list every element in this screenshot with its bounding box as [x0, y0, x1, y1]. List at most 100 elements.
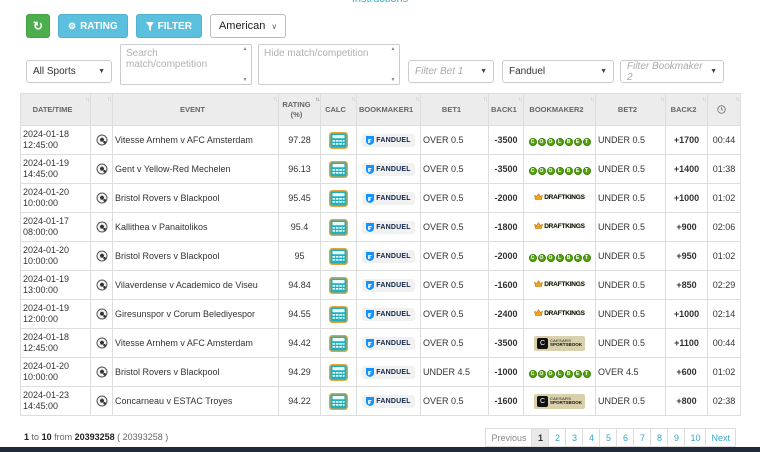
bookmaker2-cell[interactable]: CCAESARSSPORTSBOOK	[524, 329, 596, 358]
bookmaker1-cell[interactable]: FANDUEL	[357, 387, 421, 416]
bookmaker1-cell[interactable]: FANDUEL	[357, 358, 421, 387]
rating-button[interactable]: ⚙ RATING	[58, 14, 128, 38]
filter-bookmaker1-select[interactable]: Fanduel ▼	[502, 60, 614, 83]
col-header-back1[interactable]: BACK1↑↓	[489, 94, 524, 126]
calc-cell[interactable]	[321, 155, 357, 184]
page-button-next[interactable]: Next	[705, 428, 736, 447]
calc-cell[interactable]	[321, 213, 357, 242]
bookmaker2-cell[interactable]: COOLBET	[524, 358, 596, 387]
coolbet-logo[interactable]: COOLBET	[529, 370, 591, 378]
col-header-sport[interactable]: ↑↓	[91, 94, 113, 126]
calculator-icon[interactable]	[329, 306, 348, 323]
calc-cell[interactable]	[321, 358, 357, 387]
bookmaker2-cell[interactable]: DRAFTKINGS	[524, 300, 596, 329]
calculator-icon[interactable]	[329, 277, 348, 294]
coolbet-letter: O	[547, 370, 555, 378]
page-button-10[interactable]: 10	[684, 428, 706, 447]
bookmaker2-cell[interactable]: DRAFTKINGS	[524, 184, 596, 213]
coolbet-letter: O	[547, 167, 555, 175]
coolbet-logo[interactable]: COOLBET	[529, 138, 591, 146]
draftkings-logo[interactable]: DRAFTKINGS	[534, 193, 585, 201]
bookmaker1-cell[interactable]: FANDUEL	[357, 271, 421, 300]
col-header-bet2[interactable]: BET2↑↓	[596, 94, 666, 126]
col-header-countdown[interactable]: ↑↓	[708, 94, 741, 126]
filter-bet1-select[interactable]: Filter Bet 1 ▼	[408, 60, 494, 83]
bookmaker1-cell[interactable]: FANDUEL	[357, 155, 421, 184]
page-button-6[interactable]: 6	[616, 428, 634, 447]
fanduel-logo[interactable]: FANDUEL	[362, 366, 414, 379]
page-button-7[interactable]: 7	[633, 428, 651, 447]
fanduel-logo[interactable]: FANDUEL	[362, 192, 414, 205]
col-header-event[interactable]: EVENT↑↓	[113, 94, 279, 126]
bookmaker1-cell[interactable]: FANDUEL	[357, 242, 421, 271]
page-button-2[interactable]: 2	[548, 428, 566, 447]
col-header-bookmaker2[interactable]: BOOKMAKER2↑↓	[524, 94, 596, 126]
page-button-4[interactable]: 4	[582, 428, 600, 447]
refresh-button[interactable]: ↻	[26, 14, 50, 38]
page-button-3[interactable]: 3	[565, 428, 583, 447]
caesars-sportsbook-logo[interactable]: CCAESARSSPORTSBOOK	[534, 394, 585, 409]
sport-cell	[91, 300, 113, 329]
bet2-cell: UNDER 0.5	[596, 184, 666, 213]
page-button-5[interactable]: 5	[599, 428, 617, 447]
page-button-8[interactable]: 8	[650, 428, 668, 447]
calculator-icon[interactable]	[329, 393, 348, 410]
bookmaker2-cell[interactable]: COOLBET	[524, 242, 596, 271]
fanduel-logo[interactable]: FANDUEL	[362, 279, 414, 292]
fanduel-logo[interactable]: FANDUEL	[362, 395, 414, 408]
calculator-icon[interactable]	[329, 190, 348, 207]
calculator-icon[interactable]	[329, 364, 348, 381]
calculator-icon[interactable]	[329, 161, 348, 178]
fanduel-logo[interactable]: FANDUEL	[362, 163, 414, 176]
bookmaker2-cell[interactable]: COOLBET	[524, 155, 596, 184]
calc-cell[interactable]	[321, 126, 357, 155]
bookmaker2-cell[interactable]: CCAESARSSPORTSBOOK	[524, 387, 596, 416]
calculator-icon[interactable]	[329, 219, 348, 236]
draftkings-logo[interactable]: DRAFTKINGS	[534, 280, 585, 288]
page-button-previous[interactable]: Previous	[485, 428, 532, 447]
filter-bookmaker2-select[interactable]: Filter Bookmaker 2 ▼	[620, 60, 724, 83]
col-header-datetime[interactable]: DATE/TIME↑↓	[21, 94, 91, 126]
col-header-bookmaker1[interactable]: BOOKMAKER1↑↓	[357, 94, 421, 126]
bookmaker1-cell[interactable]: FANDUEL	[357, 126, 421, 155]
calc-cell[interactable]	[321, 329, 357, 358]
col-header-bet1[interactable]: BET1↑↓	[421, 94, 489, 126]
bookmaker2-cell[interactable]: DRAFTKINGS	[524, 213, 596, 242]
caesars-sportsbook-logo[interactable]: CCAESARSSPORTSBOOK	[534, 336, 585, 351]
calculator-icon[interactable]	[329, 335, 348, 352]
calc-cell[interactable]	[321, 184, 357, 213]
fanduel-logo[interactable]: FANDUEL	[362, 134, 414, 147]
calc-cell[interactable]	[321, 387, 357, 416]
draftkings-logo[interactable]: DRAFTKINGS	[534, 309, 585, 317]
calculator-icon[interactable]	[329, 132, 348, 149]
coolbet-logo[interactable]: COOLBET	[529, 254, 591, 262]
search-match-input[interactable]	[120, 44, 252, 85]
page-button-9[interactable]: 9	[667, 428, 685, 447]
fanduel-logo[interactable]: FANDUEL	[362, 308, 414, 321]
bookmaker1-cell[interactable]: FANDUEL	[357, 184, 421, 213]
col-header-rating[interactable]: RATING (%)↑↓	[279, 94, 321, 126]
col-header-calc[interactable]: CALC↑↓	[321, 94, 357, 126]
bookmaker1-cell[interactable]: FANDUEL	[357, 329, 421, 358]
page-button-1[interactable]: 1	[531, 428, 549, 447]
bookmaker2-cell[interactable]: COOLBET	[524, 126, 596, 155]
odds-format-select[interactable]: American ∨	[210, 14, 286, 38]
calculator-icon[interactable]	[329, 248, 348, 265]
instructions-link[interactable]: Instructions	[352, 0, 408, 5]
fanduel-logo[interactable]: FANDUEL	[362, 337, 414, 350]
bookmaker1-cell[interactable]: FANDUEL	[357, 213, 421, 242]
bookmaker1-cell[interactable]: FANDUEL	[357, 300, 421, 329]
fanduel-logo[interactable]: FANDUEL	[362, 221, 414, 234]
coolbet-logo[interactable]: COOLBET	[529, 167, 591, 175]
draftkings-logo-text: DRAFTKINGS	[544, 281, 585, 288]
sport-select[interactable]: All Sports ▼	[26, 60, 112, 83]
col-header-back2[interactable]: BACK2↑↓	[666, 94, 708, 126]
calc-cell[interactable]	[321, 271, 357, 300]
fanduel-logo[interactable]: FANDUEL	[362, 250, 414, 263]
calc-cell[interactable]	[321, 300, 357, 329]
filter-button[interactable]: FILTER	[136, 14, 202, 38]
hide-match-input[interactable]	[258, 44, 400, 85]
calc-cell[interactable]	[321, 242, 357, 271]
draftkings-logo[interactable]: DRAFTKINGS	[534, 222, 585, 230]
bookmaker2-cell[interactable]: DRAFTKINGS	[524, 271, 596, 300]
